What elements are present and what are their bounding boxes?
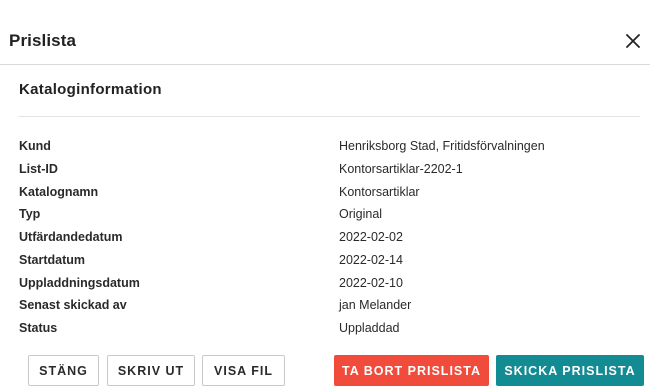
section-title: Kataloginformation	[19, 81, 162, 98]
print-button[interactable]: SKRIV UT	[107, 355, 195, 386]
field-row-uppladdningsdatum: Uppladdningsdatum 2022-02-10	[19, 276, 640, 298]
field-row-kund: Kund Henriksborg Stad, Fritidsförvalning…	[19, 139, 640, 161]
field-row-senast-skickad-av: Senast skickad av jan Melander	[19, 298, 640, 320]
field-value: Kontorsartiklar	[339, 185, 420, 199]
dialog-header: Prislista	[0, 0, 650, 65]
field-value: 2022-02-02	[339, 230, 403, 244]
field-value: 2022-02-14	[339, 253, 403, 267]
field-row-status: Status Uppladdad	[19, 321, 640, 343]
field-row-typ: Typ Original	[19, 207, 640, 229]
field-row-list-id: List-ID Kontorsartiklar-2202-1	[19, 162, 640, 184]
delete-pricelist-button[interactable]: TA BORT PRISLISTA	[334, 355, 489, 386]
field-label: Katalognamn	[19, 185, 99, 199]
field-label: Status	[19, 321, 58, 335]
field-label: Startdatum	[19, 253, 85, 267]
close-button[interactable]: STÄNG	[28, 355, 99, 386]
dialog-title: Prislista	[9, 31, 77, 50]
field-label: Senast skickad av	[19, 298, 127, 312]
field-label: Typ	[19, 207, 41, 221]
field-value: jan Melander	[339, 298, 412, 312]
field-value: Kontorsartiklar-2202-1	[339, 162, 463, 176]
show-file-button[interactable]: VISA FIL	[202, 355, 285, 386]
field-label: Kund	[19, 139, 51, 153]
field-value: 2022-02-10	[339, 276, 403, 290]
field-label: Utfärdandedatum	[19, 230, 123, 244]
field-value: Original	[339, 207, 383, 221]
field-row-katalognamn: Katalognamn Kontorsartiklar	[19, 185, 640, 207]
field-row-utfardandedatum: Utfärdandedatum 2022-02-02	[19, 230, 640, 252]
field-row-startdatum: Startdatum 2022-02-14	[19, 253, 640, 275]
send-pricelist-button[interactable]: SKICKA PRISLISTA	[496, 355, 644, 386]
section-divider	[19, 116, 640, 117]
close-icon[interactable]	[622, 31, 644, 53]
pricelist-dialog: Prislista Kataloginformation Kund Henrik…	[0, 0, 650, 390]
field-label: Uppladdningsdatum	[19, 276, 140, 290]
field-value: Uppladdad	[339, 321, 400, 335]
field-label: List-ID	[19, 162, 58, 176]
field-value: Henriksborg Stad, Fritidsförvalningen	[339, 139, 545, 153]
